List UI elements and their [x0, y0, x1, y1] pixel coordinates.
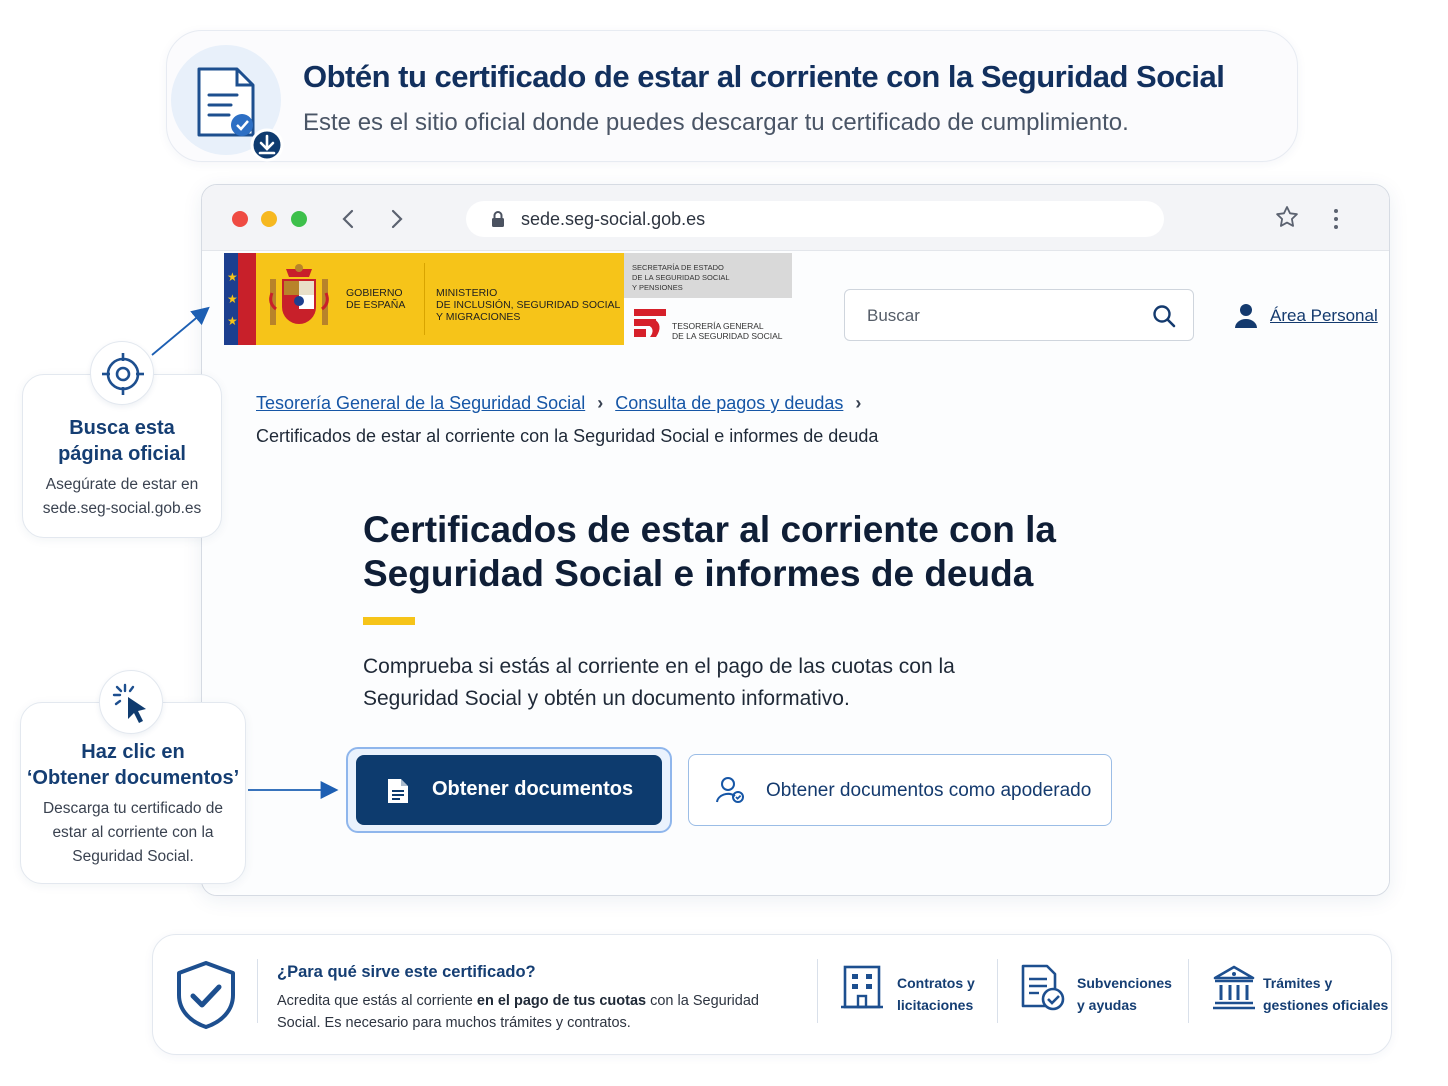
- feature-tramites: Trámites y gestiones oficiales: [1263, 975, 1389, 1013]
- feature-contratos: Contratos y licitaciones: [897, 975, 975, 1013]
- feature-subvenciones: Subvenciones y ayudas: [1077, 975, 1172, 1013]
- info-body: Acredita que estás al corriente en el pa…: [277, 993, 759, 1031]
- document-check-icon: [1021, 964, 1065, 1011]
- target-icon: [90, 341, 154, 405]
- institution-icon: [1213, 965, 1255, 1010]
- info-title: ¿Para qué sirve este certificado?: [277, 963, 536, 981]
- shield-check-icon: [177, 961, 235, 1029]
- info-bar: ¿Para qué sirve este certificado? Acredi…: [152, 934, 1392, 1055]
- connector-arrows: [151, 306, 339, 799]
- building-icon: [841, 965, 883, 1009]
- click-cursor-icon: [99, 670, 163, 734]
